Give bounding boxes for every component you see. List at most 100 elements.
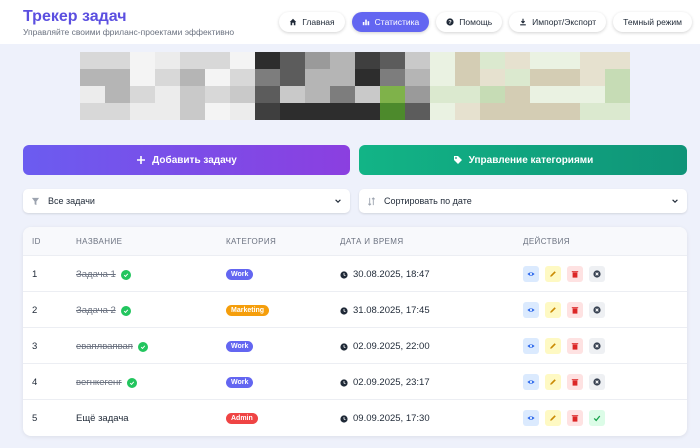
banner-pixel: [180, 103, 205, 120]
banner-pixel: [455, 86, 480, 103]
task-name-cell: вегнкегенг: [76, 377, 137, 388]
banner-pixel: [255, 86, 280, 103]
eye-icon: [527, 344, 535, 348]
banner-pixel: [505, 103, 530, 120]
task-datetime: 02.09.2025, 22:00: [353, 341, 430, 352]
banner-pixel: [80, 69, 105, 86]
mark-incomplete-button[interactable]: [589, 374, 605, 390]
eye-icon: [527, 416, 535, 420]
date-cell: 30.08.2025, 18:47: [340, 269, 430, 280]
banner-pixel: [330, 69, 355, 86]
edit-button[interactable]: [545, 374, 561, 390]
banner-pixel: [405, 103, 430, 120]
dark-mode-button[interactable]: Темный режим: [613, 12, 692, 32]
delete-button[interactable]: [567, 266, 583, 282]
row-actions: [523, 374, 605, 390]
banner-pixel: [130, 86, 155, 103]
banner-pixel: [280, 69, 305, 86]
task-datetime: 02.09.2025, 23:17: [353, 377, 430, 388]
table-row: 1 Задача 1 Work 30.08.2025, 18:47: [23, 255, 687, 291]
download-icon: [520, 18, 526, 26]
pencil-icon: [550, 343, 556, 349]
nav-import-export-button[interactable]: Импорт/Экспорт: [509, 12, 607, 32]
delete-button[interactable]: [567, 374, 583, 390]
task-filter-select[interactable]: Все задачи: [23, 189, 350, 213]
category-cell: Work: [226, 376, 254, 388]
add-task-button[interactable]: Добавить задачу: [23, 145, 350, 175]
banner-pixel: [280, 103, 305, 120]
mark-incomplete-button[interactable]: [589, 266, 605, 282]
banner-pixel: [155, 69, 180, 86]
trash-icon: [571, 271, 579, 278]
table-header: ID НАЗВАНИЕ КАТЕГОРИЯ ДАТА И ВРЕМЯ ДЕЙСТ…: [23, 227, 687, 255]
banner-pixel: [80, 86, 105, 103]
banner-pixel: [230, 103, 255, 120]
banner-pixel: [405, 69, 430, 86]
task-name: Задача 2: [76, 305, 116, 316]
edit-button[interactable]: [545, 266, 561, 282]
banner-pixel: [580, 69, 605, 86]
banner-pixel: [380, 69, 405, 86]
banner-pixel: [155, 86, 180, 103]
pencil-icon: [550, 307, 556, 313]
task-id: 4: [32, 377, 38, 388]
banner-pixel: [205, 69, 230, 86]
manage-categories-button[interactable]: Управление категориями: [359, 145, 687, 175]
banner-pixel: [555, 103, 580, 120]
banner-pixel: [355, 69, 380, 86]
manage-categories-label: Управление категориями: [468, 154, 594, 166]
banner-pixel: [305, 52, 330, 69]
eye-icon: [527, 308, 535, 312]
task-name: вегнкегенг: [76, 377, 122, 388]
col-date-header: ДАТА И ВРЕМЯ: [340, 237, 404, 246]
eye-icon: [527, 272, 535, 276]
nav-stats-button[interactable]: Статистика: [351, 12, 430, 32]
task-name-cell: еваплвапвап: [76, 341, 148, 352]
top-nav: Главная Статистика ? Помощь Импорт/Экспо…: [279, 12, 692, 32]
tasks-table: ID НАЗВАНИЕ КАТЕГОРИЯ ДАТА И ВРЕМЯ ДЕЙСТ…: [23, 227, 687, 436]
view-button[interactable]: [523, 266, 539, 282]
banner-pixel: [255, 69, 280, 86]
clock-icon: [340, 342, 348, 351]
banner-pixel: [280, 86, 305, 103]
delete-button[interactable]: [567, 302, 583, 318]
view-button[interactable]: [523, 410, 539, 426]
trash-icon: [571, 307, 579, 314]
edit-button[interactable]: [545, 302, 561, 318]
banner-pixel: [380, 52, 405, 69]
view-button[interactable]: [523, 338, 539, 354]
clock-icon: [340, 378, 348, 387]
view-button[interactable]: [523, 374, 539, 390]
help-icon: ?: [446, 18, 454, 26]
category-badge: Work: [226, 377, 254, 388]
mark-incomplete-button[interactable]: [589, 338, 605, 354]
edit-button[interactable]: [545, 338, 561, 354]
mark-incomplete-button[interactable]: [589, 302, 605, 318]
mark-complete-button[interactable]: [589, 410, 605, 426]
completed-check-icon: [120, 269, 131, 280]
banner-pixel: [155, 103, 180, 120]
add-task-label: Добавить задачу: [152, 154, 237, 166]
category-cell: Work: [226, 340, 254, 352]
view-button[interactable]: [523, 302, 539, 318]
banner-pixel: [180, 86, 205, 103]
date-cell: 31.08.2025, 17:45: [340, 305, 430, 316]
clock-icon: [340, 306, 348, 315]
nav-home-button[interactable]: Главная: [279, 12, 345, 32]
banner-pixel: [230, 52, 255, 69]
nav-help-button[interactable]: ? Помощь: [436, 12, 503, 32]
sort-select[interactable]: Сортировать по дате: [359, 189, 687, 213]
banner-pixel: [530, 69, 555, 86]
app-title: Трекер задач: [23, 8, 127, 25]
delete-button[interactable]: [567, 338, 583, 354]
chevron-down-icon: [672, 199, 678, 203]
table-row: 2 Задача 2 Marketing 31.08.2025, 17:45: [23, 291, 687, 327]
delete-button[interactable]: [567, 410, 583, 426]
banner-pixel: [555, 86, 580, 103]
edit-button[interactable]: [545, 410, 561, 426]
date-cell: 02.09.2025, 22:00: [340, 341, 430, 352]
banner-pixel: [555, 69, 580, 86]
banner-pixel: [505, 69, 530, 86]
banner-pixel: [330, 52, 355, 69]
banner-pixel: [105, 52, 130, 69]
